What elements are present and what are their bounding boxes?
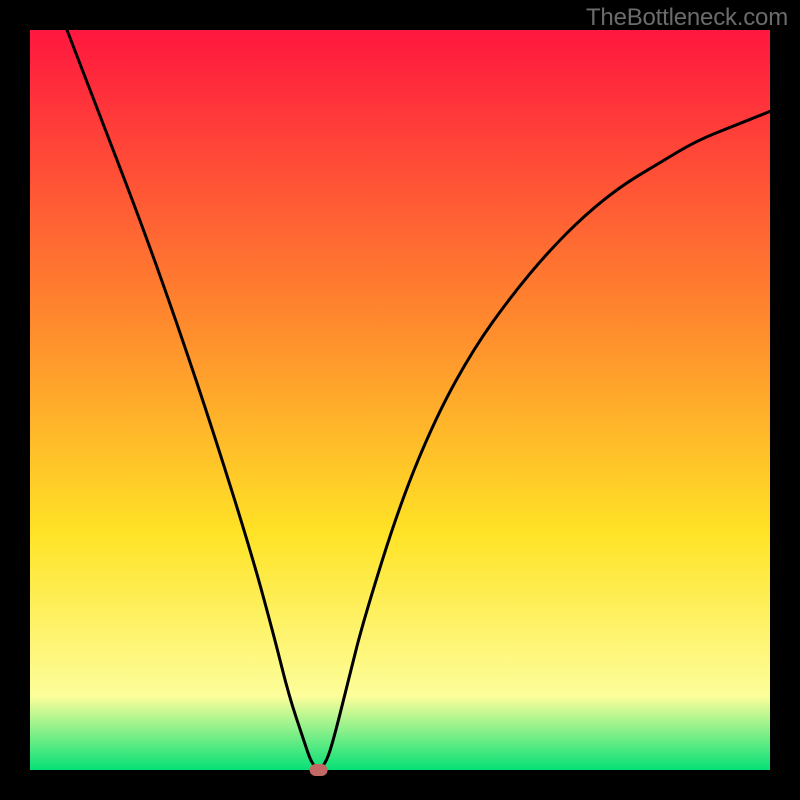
chart-wrapper: TheBottleneck.com bbox=[0, 0, 800, 800]
plot-background bbox=[30, 30, 770, 770]
optimal-marker bbox=[310, 764, 328, 776]
bottleneck-chart bbox=[0, 0, 800, 800]
attribution-label: TheBottleneck.com bbox=[586, 4, 788, 32]
